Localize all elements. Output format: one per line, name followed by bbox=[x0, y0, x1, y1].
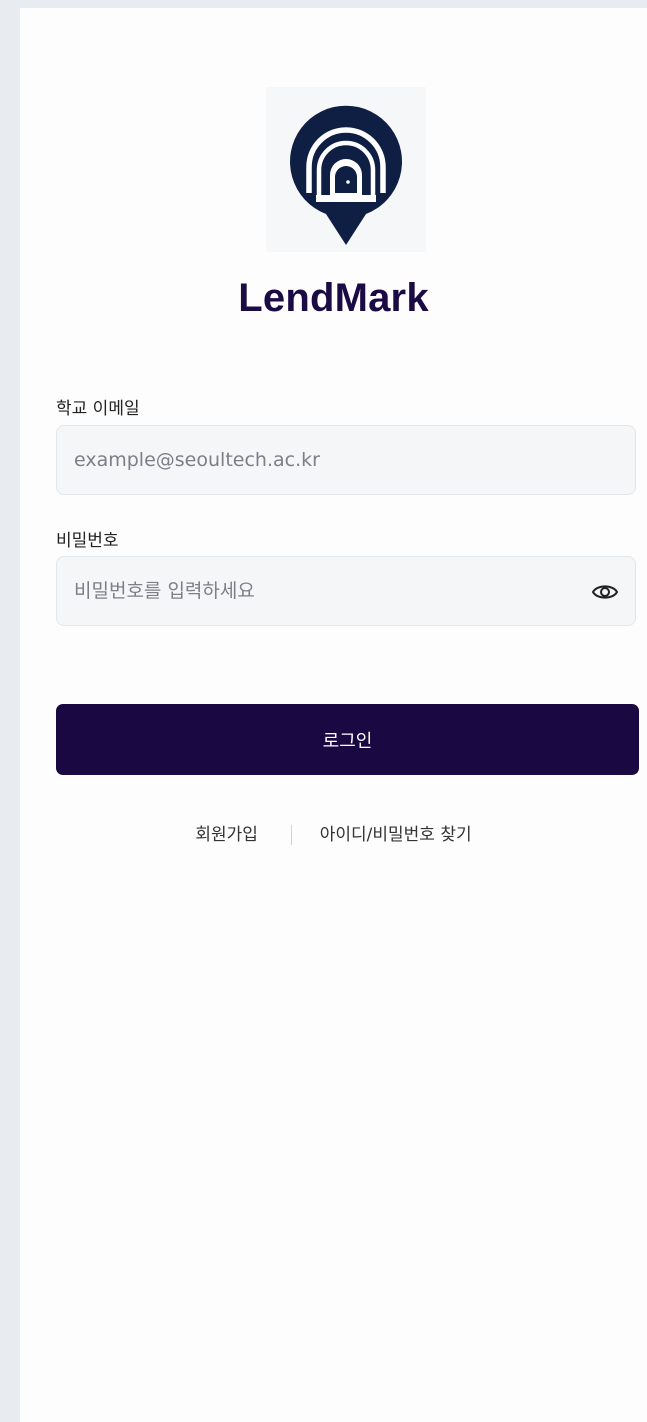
link-divider bbox=[291, 825, 293, 845]
password-field-container bbox=[56, 556, 636, 626]
eye-icon[interactable] bbox=[591, 580, 619, 604]
find-account-link[interactable]: 아이디/비밀번호 찾기 bbox=[320, 825, 472, 845]
email-field-container bbox=[56, 425, 636, 495]
email-label: 학교 이메일 bbox=[56, 399, 140, 419]
map-pin-door-icon bbox=[290, 105, 402, 246]
password-field[interactable] bbox=[57, 557, 635, 625]
login-button[interactable]: 로그인 bbox=[56, 704, 639, 775]
email-field[interactable] bbox=[57, 426, 635, 494]
logo bbox=[266, 87, 426, 252]
signup-link[interactable]: 회원가입 bbox=[195, 825, 258, 845]
password-label: 비밀번호 bbox=[56, 531, 119, 551]
login-screen: LendMark 학교 이메일 비밀번호 로그인 회원가입 아이디/비밀번호 찾… bbox=[20, 8, 647, 1422]
account-links: 회원가입 아이디/비밀번호 찾기 bbox=[20, 820, 647, 845]
brand-title: LendMark bbox=[238, 276, 429, 320]
